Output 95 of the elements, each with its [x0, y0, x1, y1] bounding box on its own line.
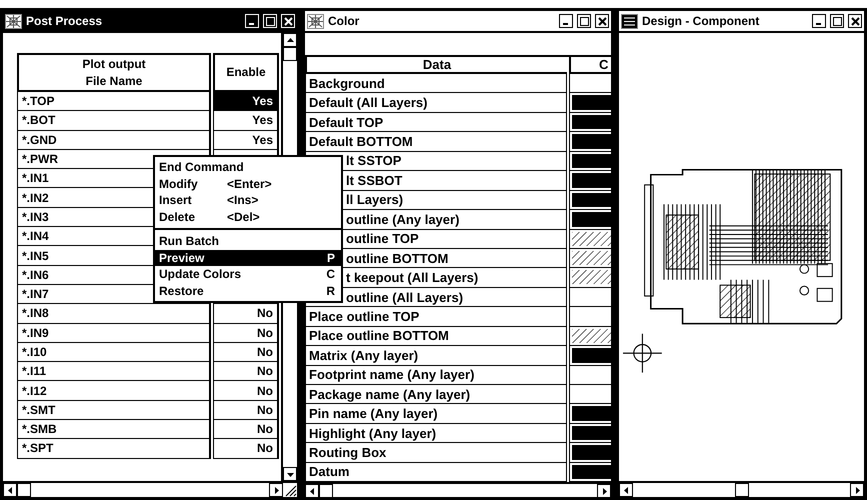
- color-swatch[interactable]: [569, 307, 611, 327]
- scroll-down-button[interactable]: [283, 467, 297, 481]
- close-button[interactable]: [848, 14, 862, 28]
- window-title: Post Process: [26, 14, 104, 28]
- color-swatch[interactable]: [569, 385, 611, 404]
- maximize-icon: [266, 16, 274, 26]
- close-icon: [850, 16, 860, 26]
- maximize-button[interactable]: [830, 14, 844, 28]
- table-cell: Background: [305, 74, 567, 94]
- window-title: Design - Component: [642, 14, 760, 28]
- table-cell: Matrix (Any layer): [305, 346, 567, 366]
- color-swatch[interactable]: [569, 171, 611, 191]
- color-swatch[interactable]: [569, 152, 611, 172]
- color-swatch[interactable]: [569, 443, 611, 463]
- table-cell[interactable]: No: [213, 381, 279, 401]
- table-cell: *.SPT: [17, 439, 211, 459]
- color-swatch[interactable]: [569, 112, 611, 132]
- scroll-thumb[interactable]: [17, 483, 31, 497]
- scroll-thumb[interactable]: [283, 47, 297, 61]
- color-swatch[interactable]: [569, 230, 611, 249]
- scroll-right-button[interactable]: [850, 483, 864, 497]
- table-cell: Default (All Layers): [305, 93, 567, 113]
- table-cell: Default BOTTOM: [305, 132, 567, 152]
- minimize-button[interactable]: [812, 14, 826, 28]
- scroll-left-button[interactable]: [3, 483, 17, 497]
- color-swatch[interactable]: [569, 346, 611, 366]
- table-cell[interactable]: Yes: [213, 92, 279, 112]
- maximize-button[interactable]: [577, 14, 591, 28]
- color-swatch[interactable]: [569, 424, 611, 444]
- color-swatch[interactable]: [569, 93, 611, 113]
- table-cell: Highlight (Any layer): [305, 424, 567, 444]
- maximize-icon: [580, 16, 588, 26]
- color-swatch[interactable]: [569, 462, 611, 482]
- scroll-right-button[interactable]: [269, 483, 283, 497]
- scroll-thumb[interactable]: [319, 484, 333, 498]
- maximize-icon: [832, 16, 842, 26]
- triangle-left-icon: [6, 486, 14, 494]
- table-cell: Footprint name (Any layer): [305, 366, 567, 385]
- color-swatch[interactable]: [569, 132, 611, 152]
- table-cell: *.I11: [17, 362, 211, 382]
- table-cell[interactable]: Yes: [213, 130, 279, 150]
- table-cell: Datum: [305, 462, 567, 482]
- table-cell[interactable]: No: [213, 362, 279, 382]
- table-cell: *.SMB: [17, 420, 211, 440]
- color-swatch[interactable]: [569, 74, 611, 94]
- table-cell: *.SMT: [17, 400, 211, 420]
- column-header: Enable: [213, 53, 279, 92]
- minimize-button[interactable]: [559, 14, 573, 28]
- table-cell: Place outline TOP: [305, 307, 567, 327]
- window-title: Color: [328, 14, 360, 28]
- close-button[interactable]: [595, 14, 609, 28]
- close-icon: [284, 16, 292, 26]
- table-cell: *.TOP: [17, 92, 211, 112]
- column-header: Data: [305, 57, 567, 74]
- table-cell[interactable]: No: [213, 400, 279, 420]
- column-header: C: [569, 57, 611, 74]
- grid-icon: [5, 14, 22, 28]
- table-cell: *.I12: [17, 381, 211, 401]
- table-cell[interactable]: Yes: [213, 111, 279, 131]
- color-swatch[interactable]: [569, 190, 611, 210]
- color-swatch[interactable]: [569, 326, 611, 346]
- table-cell: *.GND: [17, 130, 211, 150]
- color-swatch[interactable]: [569, 366, 611, 385]
- table-cell[interactable]: No: [213, 342, 279, 362]
- color-swatch[interactable]: [569, 288, 611, 308]
- close-icon: [598, 16, 606, 26]
- scroll-thumb[interactable]: [734, 483, 748, 497]
- origin-marker: [623, 334, 662, 373]
- color-swatch[interactable]: [569, 404, 611, 424]
- triangle-up-icon: [286, 36, 294, 44]
- scroll-left-button[interactable]: [619, 483, 633, 497]
- resize-grip-icon[interactable]: [283, 483, 297, 497]
- table-cell: Place outline BOTTOM: [305, 326, 567, 346]
- table-cell[interactable]: No: [213, 439, 279, 459]
- table-cell: *.IN9: [17, 324, 211, 343]
- triangle-left-icon: [622, 486, 630, 494]
- scroll-right-button[interactable]: [597, 484, 611, 498]
- triangle-left-icon: [308, 486, 316, 496]
- color-swatch[interactable]: [569, 268, 611, 288]
- table-cell: Default TOP: [305, 112, 567, 132]
- menu-item[interactable]: Preview P: [155, 250, 341, 266]
- table-cell[interactable]: No: [213, 304, 279, 324]
- table-cell: Routing Box: [305, 443, 567, 463]
- table-cell: *.BOT: [17, 111, 211, 131]
- scroll-up-button[interactable]: [283, 33, 297, 47]
- table-cell: *.IN8: [17, 304, 211, 324]
- table-cell[interactable]: No: [213, 324, 279, 343]
- table-cell[interactable]: No: [213, 420, 279, 440]
- scroll-left-button[interactable]: [305, 484, 319, 498]
- color-swatch[interactable]: [569, 210, 611, 230]
- table-cell: Pin name (Any layer): [305, 404, 567, 424]
- table-cell: Package name (Any layer): [305, 385, 567, 404]
- color-swatch[interactable]: [569, 248, 611, 268]
- column-header: Plot output File Name: [17, 53, 211, 92]
- table-cell: *.I10: [17, 342, 211, 362]
